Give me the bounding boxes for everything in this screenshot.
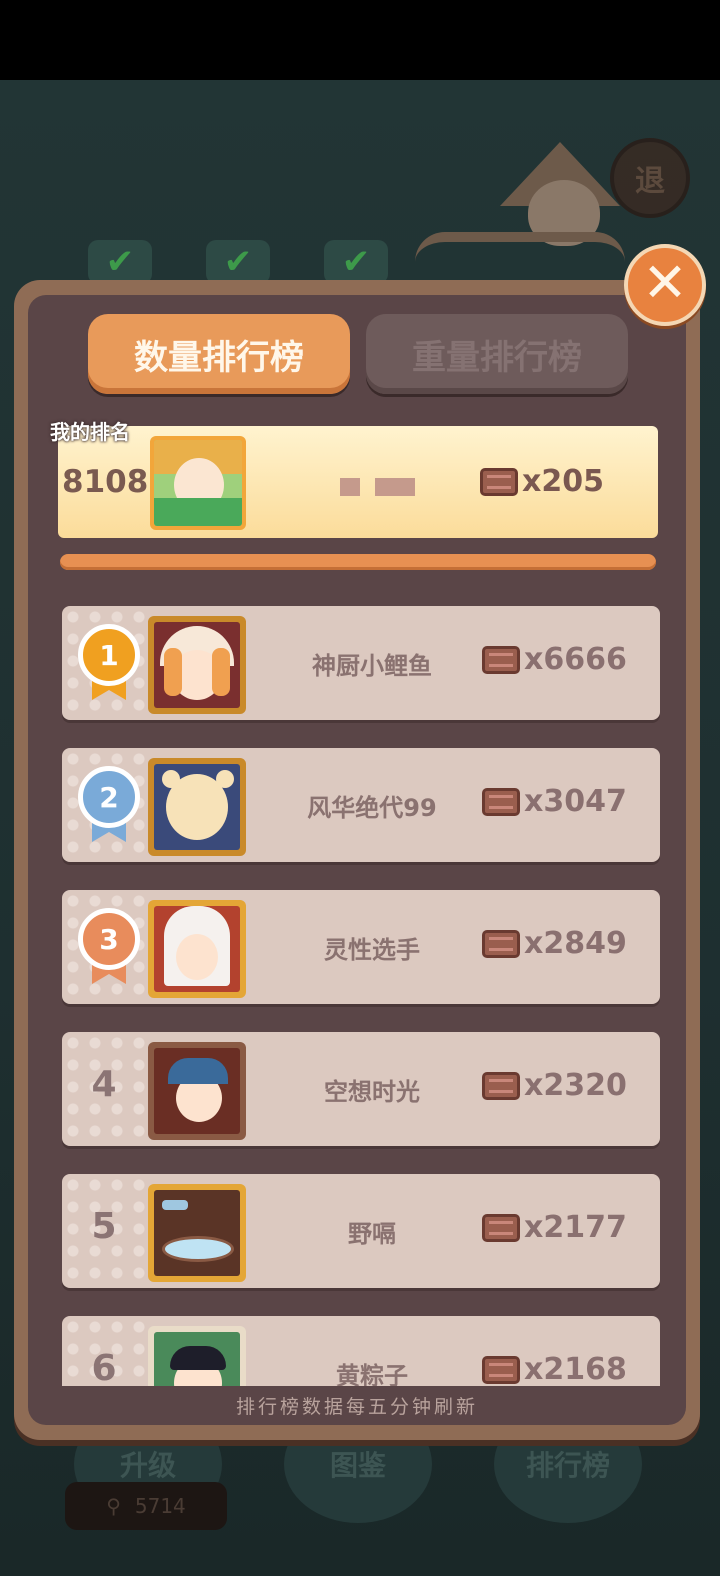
list-item[interactable]: 2 风华绝代99 x3047 <box>62 748 660 862</box>
exit-label: 退 <box>635 164 665 199</box>
score-value: x2177 <box>524 1210 627 1245</box>
coin-value: 5714 <box>134 1494 186 1518</box>
upgrade-label: 升级 <box>119 1449 176 1482</box>
rank-number: 4 <box>91 1064 117 1105</box>
score-value: x6666 <box>524 642 627 677</box>
box-item-icon <box>482 787 520 816</box>
list-item[interactable]: 6 黄粽子 x2168 <box>62 1316 660 1386</box>
gold-medal-icon: 1 <box>78 624 140 704</box>
check-icon: ✔ <box>206 240 270 284</box>
refresh-note: 排行榜数据每五分钟刷新 <box>235 1396 478 1418</box>
exit-button: 退 <box>610 138 690 218</box>
close-button[interactable]: ✕ <box>624 244 706 326</box>
my-name-blurred <box>250 466 470 502</box>
avatar-image <box>154 906 240 992</box>
list-item[interactable]: 3 灵性选手 x2849 <box>62 890 660 1004</box>
coin-counter: ⚲ 5714 <box>65 1482 227 1530</box>
score-value: x3047 <box>524 784 627 819</box>
list-item[interactable]: 4 空想时光 x2320 <box>62 1032 660 1146</box>
box-item-icon <box>482 645 520 674</box>
collection-label: 图鉴 <box>329 1449 386 1482</box>
avatar-image <box>154 1048 240 1134</box>
player-score: x3047 <box>482 784 627 819</box>
box-item-icon <box>482 929 520 958</box>
silver-medal-icon: 2 <box>78 766 140 846</box>
score-value: x2168 <box>524 1352 627 1386</box>
tab-quantity-label: 数量排行榜 <box>134 337 304 378</box>
avatar[interactable] <box>148 758 246 856</box>
close-icon: ✕ <box>642 251 688 314</box>
avatar[interactable] <box>148 1326 246 1386</box>
leaderboard-list[interactable]: 1 神厨小鲤鱼 x6666 2 风华绝代99 x3047 3 灵性选手 x284… <box>58 596 664 1386</box>
my-avatar[interactable] <box>150 436 246 530</box>
score-value: x2849 <box>524 926 627 961</box>
player-name: 野嗝 <box>348 1220 396 1248</box>
medal-rank: 3 <box>78 908 140 970</box>
avatar[interactable] <box>148 616 246 714</box>
avatar-image <box>154 1190 240 1276</box>
player-name: 神厨小鲤鱼 <box>312 652 432 680</box>
player-name: 风华绝代99 <box>307 794 437 822</box>
box-item-icon <box>480 467 518 496</box>
tab-weight-ranking[interactable]: 重量排行榜 <box>366 314 628 394</box>
player-score: x2177 <box>482 1210 627 1245</box>
avatar-image <box>154 622 240 708</box>
player-score: x2168 <box>482 1352 627 1386</box>
avatar-image <box>154 440 242 526</box>
leaderboard-label: 排行榜 <box>525 1449 610 1482</box>
medal-rank: 1 <box>78 624 140 686</box>
box-item-icon <box>482 1355 520 1384</box>
medal-rank: 2 <box>78 766 140 828</box>
player-score: x2849 <box>482 926 627 961</box>
avatar-image <box>154 1332 240 1386</box>
coin-icon: ⚲ <box>106 1494 121 1518</box>
my-rank-label: 我的排名 <box>50 420 130 444</box>
status-bar <box>0 0 720 80</box>
avatar[interactable] <box>148 1042 246 1140</box>
bronze-medal-icon: 3 <box>78 908 140 988</box>
avatar[interactable] <box>148 1184 246 1282</box>
my-rank-number: 8108 <box>62 464 149 500</box>
list-item[interactable]: 5 野嗝 x2177 <box>62 1174 660 1288</box>
score-value: x2320 <box>524 1068 627 1103</box>
box-item-icon <box>482 1071 520 1100</box>
my-score-value: x205 <box>522 464 604 499</box>
box-item-icon <box>482 1213 520 1242</box>
blurred-text <box>375 478 415 496</box>
avatar[interactable] <box>148 900 246 998</box>
rank-number: 6 <box>91 1348 117 1386</box>
player-score: x6666 <box>482 642 627 677</box>
tab-quantity-ranking[interactable]: 数量排行榜 <box>88 314 350 394</box>
my-score: x205 <box>480 464 604 499</box>
blurred-text <box>340 478 360 496</box>
player-name: 灵性选手 <box>324 936 420 964</box>
tab-weight-label: 重量排行榜 <box>412 337 582 378</box>
list-item[interactable]: 1 神厨小鲤鱼 x6666 <box>62 606 660 720</box>
divider <box>60 554 656 570</box>
avatar-image <box>154 764 240 850</box>
player-name: 空想时光 <box>324 1078 420 1106</box>
rank-number: 5 <box>91 1206 117 1247</box>
check-icon: ✔ <box>88 240 152 284</box>
check-icon: ✔ <box>324 240 388 284</box>
player-score: x2320 <box>482 1068 627 1103</box>
player-name: 黄粽子 <box>336 1362 408 1386</box>
